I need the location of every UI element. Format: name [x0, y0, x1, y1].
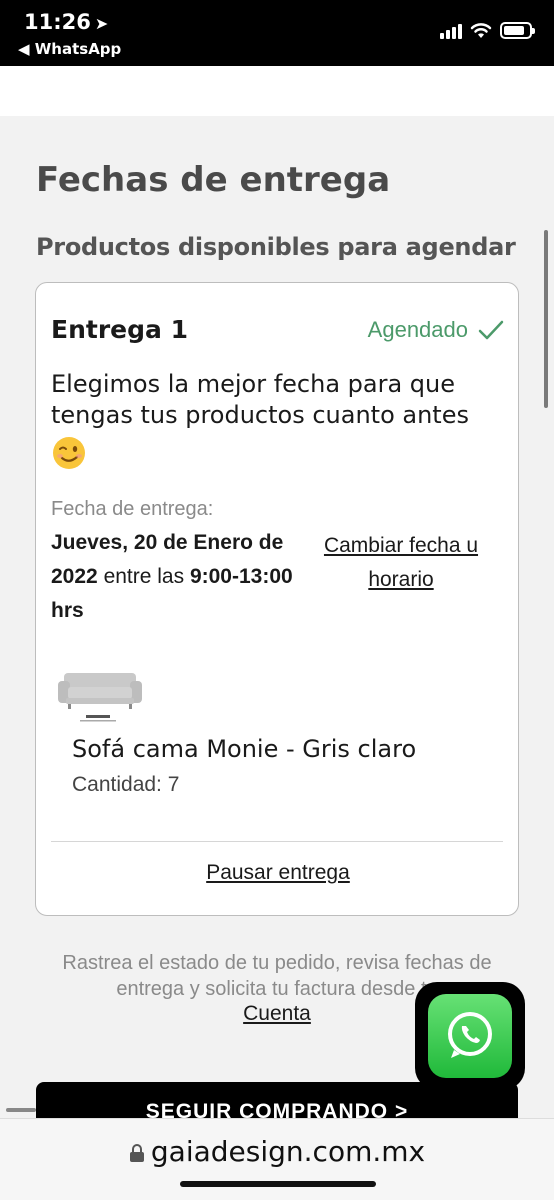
cell-signal-icon — [440, 23, 462, 39]
product-name: Sofá cama Monie - Gris claro — [72, 735, 417, 763]
status-label: Agendado — [367, 317, 468, 342]
check-icon — [478, 319, 504, 341]
browser-url-bar[interactable]: gaiadesign.com.mx — [0, 1118, 554, 1200]
delivery-message: Elegimos la mejor fecha para que tengas … — [51, 369, 491, 471]
change-date-link[interactable]: Cambiar fecha u horario — [306, 529, 496, 597]
whatsapp-icon — [428, 994, 512, 1078]
winking-face-icon — [53, 437, 85, 469]
side-handle — [6, 1108, 36, 1112]
battery-icon — [500, 22, 535, 39]
delivery-message-text: Elegimos la mejor fecha para que tengas … — [51, 370, 469, 429]
status-indicators — [440, 22, 535, 39]
scrollbar[interactable] — [544, 230, 548, 408]
delivery-title: Entrega 1 — [51, 315, 188, 344]
page-title: Fechas de entrega — [36, 160, 391, 200]
url-display[interactable]: gaiadesign.com.mx — [0, 1135, 554, 1168]
clock-text: 11:26 — [24, 10, 91, 34]
delivery-date: Jueves, 20 de Enero de 2022 entre las 9:… — [51, 526, 309, 628]
pause-delivery-link[interactable]: Pausar entrega — [36, 861, 520, 885]
header-strip — [0, 66, 554, 116]
section-subtitle: Productos disponibles para agendar — [36, 233, 516, 261]
lock-icon — [129, 1144, 144, 1162]
sofa-image — [56, 667, 144, 722]
home-indicator[interactable] — [180, 1181, 376, 1187]
status-badge: Agendado — [368, 317, 504, 343]
back-to-whatsapp-link[interactable]: ◀ WhatsApp — [18, 40, 121, 58]
product-quantity: Cantidad: 7 — [72, 773, 180, 796]
status-time: 11:26 ➤ — [24, 10, 108, 34]
url-text: gaiadesign.com.mx — [150, 1135, 426, 1168]
status-bar: 11:26 ➤ ◀ WhatsApp — [0, 0, 554, 66]
wifi-icon — [470, 22, 492, 38]
whatsapp-button[interactable] — [415, 982, 525, 1090]
card-divider — [51, 841, 503, 842]
date-between: entre las — [103, 565, 185, 588]
location-arrow-icon: ➤ — [94, 14, 109, 33]
date-label: Fecha de entrega: — [51, 498, 214, 520]
delivery-card: Entrega 1 Agendado Elegimos la mejor fec… — [35, 282, 519, 916]
